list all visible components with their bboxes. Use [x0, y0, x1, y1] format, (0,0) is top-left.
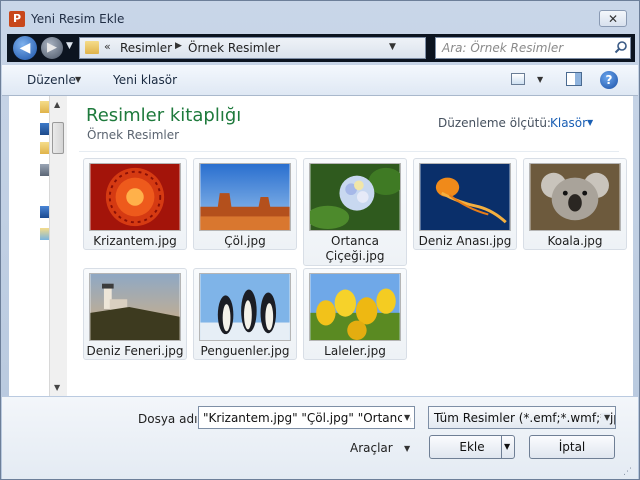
file-tile[interactable]: Deniz Anası.jpg [413, 158, 517, 250]
insert-options-icon[interactable]: ▼ [504, 436, 510, 458]
lighthouse-thumbnail [89, 273, 181, 341]
organize-button[interactable]: Düzenle [27, 73, 76, 87]
file-tile[interactable]: Laleler.jpg [303, 268, 407, 360]
address-dropdown-icon[interactable]: ▼ [389, 42, 396, 52]
penguins-thumbnail [199, 273, 291, 341]
search-icon[interactable] [614, 40, 628, 54]
search-placeholder: Ara: Örnek Resimler [442, 41, 564, 55]
folder-icon [85, 41, 99, 54]
filename-input[interactable]: "Krizantem.jpg" "Çöl.jpg" "Ortanca Ç ▼ [198, 406, 415, 429]
file-tile[interactable]: Koala.jpg [523, 158, 627, 250]
koala-thumbnail [529, 163, 621, 231]
search-input[interactable]: Ara: Örnek Resimler [435, 37, 631, 59]
file-tile[interactable]: Çöl.jpg [193, 158, 297, 250]
insert-picture-dialog: P Yeni Resim Ekle ✕ ◀ ▶ ▼ « Resimler ▶ Ö… [0, 0, 640, 480]
file-type-value: Tüm Resimler (*.emf;*.wmf;*.jp [434, 411, 616, 425]
file-list: Resimler kitaplığı Örnek Resimler Düzenl… [67, 96, 633, 396]
address-bar: ◀ ▶ ▼ « Resimler ▶ Örnek Resimler ▼ ⇆ Ar… [7, 34, 635, 62]
desert-thumbnail [199, 163, 291, 231]
navigation-scrollbar[interactable]: ▲ ▼ [49, 96, 67, 396]
split-divider [501, 436, 502, 458]
file-tile[interactable]: Deniz Feneri.jpg [83, 268, 187, 360]
filename-value: "Krizantem.jpg" "Çöl.jpg" "Ortanca Ç [203, 411, 415, 425]
organize-chevron-icon[interactable]: ▼ [75, 75, 81, 84]
recent-pages-dropdown[interactable]: ▼ [66, 41, 73, 51]
file-type-select[interactable]: Tüm Resimler (*.emf;*.wmf;*.jp ▼ [428, 406, 616, 429]
chevron-down-icon[interactable]: ▼ [402, 413, 411, 422]
window-title: Yeni Resim Ekle [31, 12, 125, 26]
scroll-down-icon[interactable]: ▼ [54, 383, 60, 392]
chevron-down-icon[interactable]: ▼ [601, 413, 611, 422]
views-chevron-icon[interactable]: ▼ [537, 75, 543, 84]
file-name: Ortanca Çiçeği.jpg [325, 234, 385, 263]
preview-pane-icon[interactable] [566, 72, 582, 86]
chevron-down-icon[interactable]: ▼ [587, 118, 593, 127]
breadcrumb-sample-pictures[interactable]: Örnek Resimler [188, 41, 280, 55]
file-name: Krizantem.jpg [93, 234, 177, 248]
new-folder-button[interactable]: Yeni klasör [113, 73, 177, 87]
help-icon[interactable]: ? [600, 71, 618, 89]
views-icon[interactable] [511, 73, 525, 85]
arrange-by-dropdown[interactable]: Klasör [550, 116, 587, 130]
file-name: Penguenler.jpg [200, 344, 290, 358]
dialog-footer: Dosya adı: "Krizantem.jpg" "Çöl.jpg" "Or… [2, 397, 638, 479]
jellyfish-thumbnail [419, 163, 511, 231]
breadcrumb-pictures[interactable]: Resimler [120, 41, 172, 55]
arrange-by-label: Düzenleme ölçütü: [438, 116, 551, 130]
file-name: Deniz Anası.jpg [418, 234, 512, 248]
navigation-pane[interactable] [9, 96, 56, 464]
hydrangea-thumbnail [309, 163, 401, 231]
insert-button[interactable]: Ekle ▼ [429, 435, 515, 459]
cancel-button[interactable]: İptal [529, 435, 615, 459]
library-subtitle: Örnek Resimler [87, 128, 180, 142]
breadcrumb-arrow[interactable]: ▶ [175, 41, 182, 51]
file-tile[interactable]: Ortanca Çiçeği.jpg [303, 158, 407, 266]
tools-chevron-icon[interactable]: ▼ [404, 444, 410, 453]
filename-label: Dosya adı: [138, 412, 202, 426]
close-button[interactable]: ✕ [599, 10, 627, 27]
chrysanthemum-thumbnail [89, 163, 181, 231]
powerpoint-icon: P [9, 11, 25, 27]
forward-button[interactable]: ▶ [41, 37, 63, 59]
file-tile[interactable]: Penguenler.jpg [193, 268, 297, 360]
file-name: Deniz Feneri.jpg [86, 344, 184, 358]
back-button[interactable]: ◀ [13, 36, 37, 60]
resize-grip-icon[interactable]: ⋰ [623, 467, 632, 477]
file-tile[interactable]: Krizantem.jpg [83, 158, 187, 250]
header-divider [79, 151, 619, 152]
library-title: Resimler kitaplığı [86, 105, 242, 126]
command-toolbar: Düzenle ▼ Yeni klasör ▼ ? [2, 65, 638, 96]
title-bar[interactable]: P Yeni Resim Ekle ✕ [1, 1, 639, 34]
scrollbar-thumb[interactable] [52, 122, 64, 154]
breadcrumb-overflow[interactable]: « [104, 40, 111, 53]
tools-button[interactable]: Araçlar [350, 441, 393, 455]
file-name: Laleler.jpg [324, 344, 386, 358]
file-name: Koala.jpg [547, 234, 603, 248]
insert-label: Ekle [459, 440, 485, 454]
tulips-thumbnail [309, 273, 401, 341]
file-name: Çöl.jpg [224, 234, 266, 248]
address-field[interactable]: « Resimler ▶ Örnek Resimler ▼ ⇆ [79, 37, 492, 59]
scroll-up-icon[interactable]: ▲ [54, 100, 60, 109]
